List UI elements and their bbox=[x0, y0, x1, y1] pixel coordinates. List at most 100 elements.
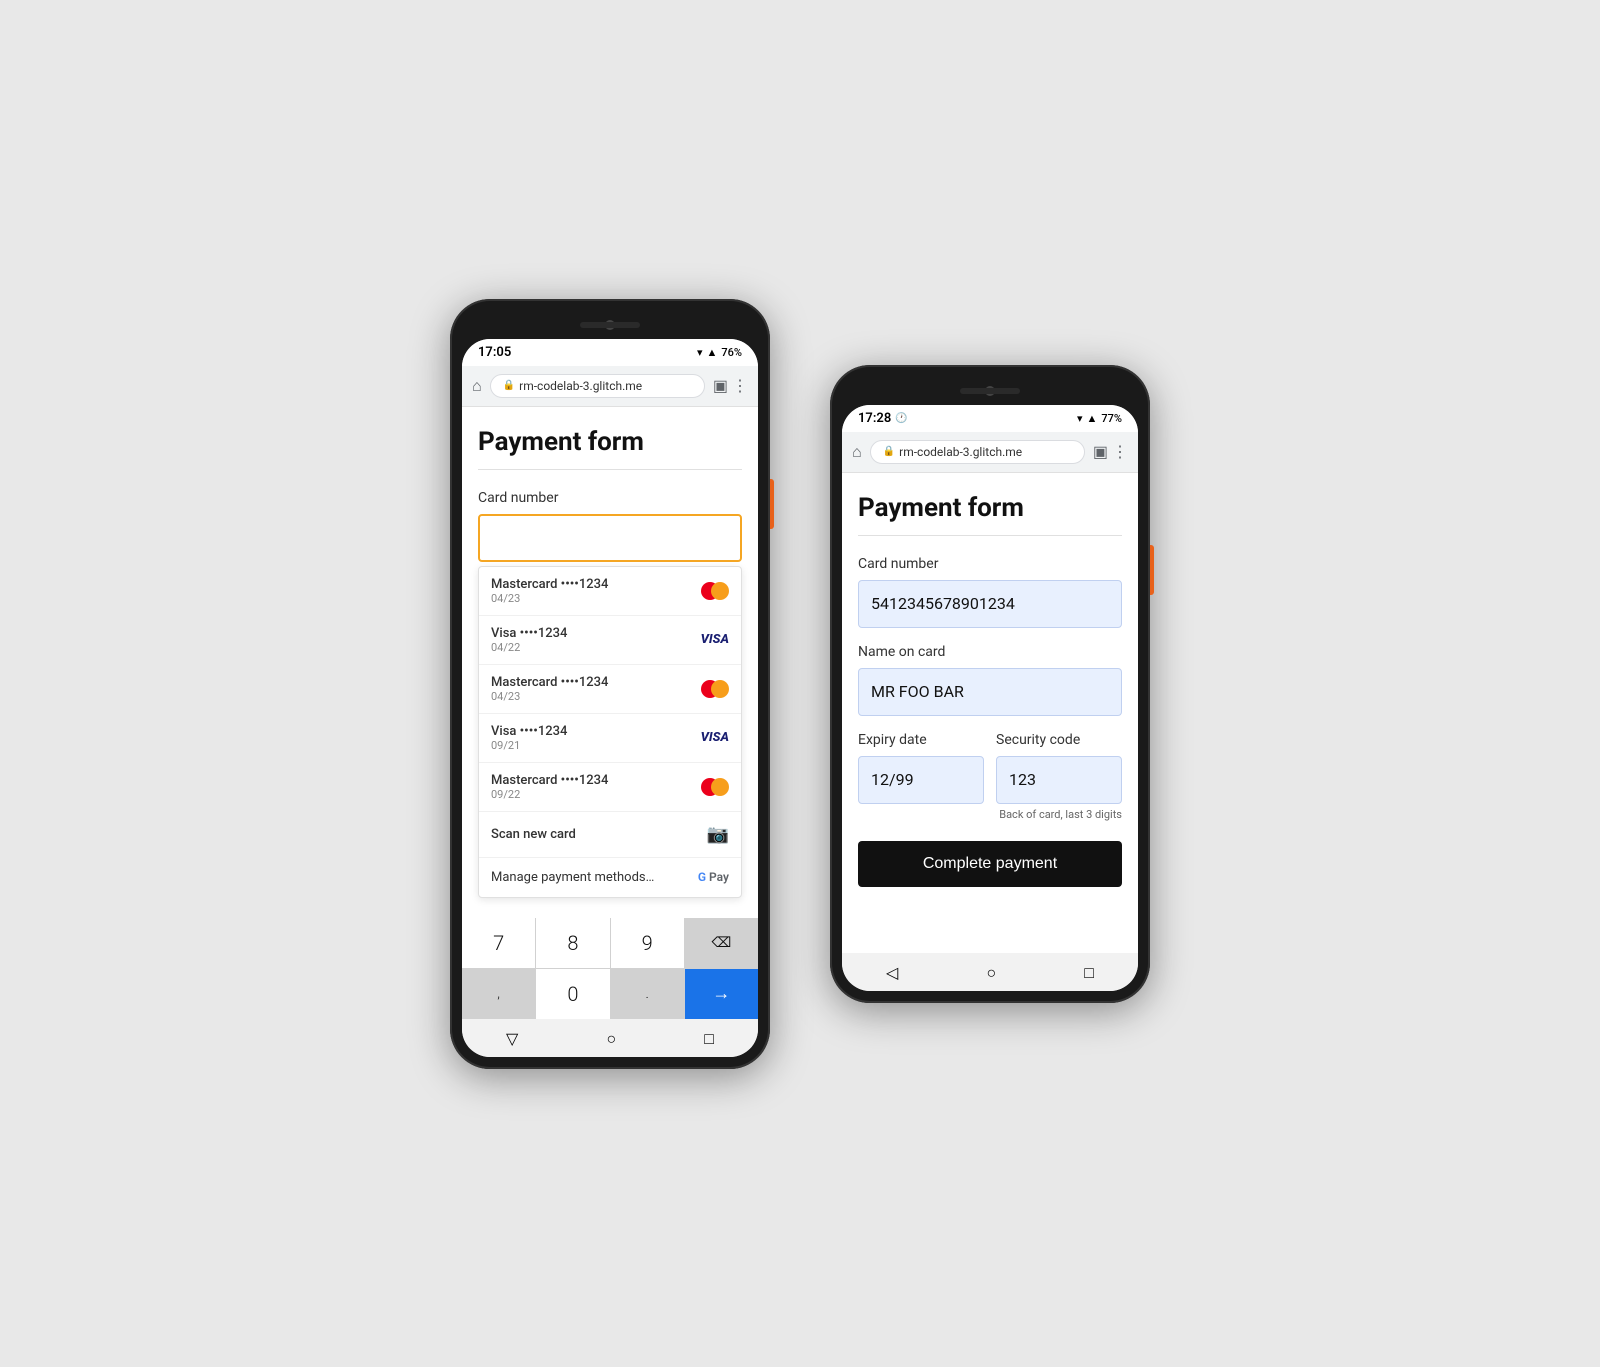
browser-actions-left: ▣ ⋮ bbox=[713, 376, 748, 395]
divider-left bbox=[478, 469, 742, 470]
card-info-2: Visa ••••1234 04/22 bbox=[491, 626, 567, 654]
home-icon-right[interactable]: ⌂ bbox=[852, 442, 862, 462]
page-content-right: Payment form Card number 541234567890123… bbox=[842, 473, 1138, 953]
manage-payment-item[interactable]: Manage payment methods… G Pay bbox=[479, 858, 741, 897]
browser-bar-left: ⌂ 🔒 rm-codelab-3.glitch.me ▣ ⋮ bbox=[462, 366, 758, 407]
nav-recents-left[interactable]: □ bbox=[704, 1029, 714, 1049]
card-number-filled[interactable]: 5412345678901234 bbox=[858, 580, 1122, 628]
signal-icon: ▲ bbox=[707, 346, 718, 359]
card-expiry-4: 09/21 bbox=[491, 739, 567, 752]
tab-icon-left[interactable]: ▣ bbox=[713, 376, 728, 395]
card-expiry-1: 04/23 bbox=[491, 592, 608, 605]
clock-row: 17:28 🕐 bbox=[858, 411, 908, 426]
card-number-label-right: Card number bbox=[858, 556, 1122, 572]
left-phone: 17:05 ▾ ▲ 76% ⌂ 🔒 rm-codelab-3.glitch.me… bbox=[450, 299, 770, 1069]
home-icon-left[interactable]: ⌂ bbox=[472, 376, 482, 396]
list-item[interactable]: Visa ••••1234 09/21 VISA bbox=[479, 714, 741, 763]
status-icons-left: ▾ ▲ 76% bbox=[697, 346, 742, 359]
lock-icon-left: 🔒 bbox=[503, 380, 515, 391]
name-filled[interactable]: MR FOO BAR bbox=[858, 668, 1122, 716]
browser-actions-right: ▣ ⋮ bbox=[1093, 442, 1128, 461]
security-field: Security code 123 bbox=[996, 732, 1122, 804]
expiry-input[interactable]: 12/99 bbox=[858, 756, 984, 804]
lock-icon-right: 🔒 bbox=[883, 446, 895, 457]
expiry-field: Expiry date 12/99 bbox=[858, 732, 984, 804]
notch-area-left bbox=[462, 311, 758, 339]
right-phone: 17:28 🕐 ▾ ▲ 77% ⌂ 🔒 rm-codelab-3.glitch.… bbox=[830, 365, 1150, 1003]
speaker-left bbox=[580, 322, 640, 328]
battery-left: 76% bbox=[721, 346, 742, 359]
key-comma[interactable]: , bbox=[462, 969, 535, 1019]
autofill-dropdown: Mastercard ••••1234 04/23 Visa ••••1234 … bbox=[478, 566, 742, 898]
key-9[interactable]: 9 bbox=[611, 918, 684, 968]
name-value: MR FOO BAR bbox=[871, 682, 964, 701]
visa-logo-2: VISA bbox=[701, 632, 729, 647]
list-item[interactable]: Visa ••••1234 04/22 VISA bbox=[479, 616, 741, 665]
url-box-left[interactable]: 🔒 rm-codelab-3.glitch.me bbox=[490, 374, 705, 398]
list-item[interactable]: Mastercard ••••1234 04/23 bbox=[479, 665, 741, 714]
page-title-left: Payment form bbox=[478, 427, 742, 457]
browser-bar-right: ⌂ 🔒 rm-codelab-3.glitch.me ▣ ⋮ bbox=[842, 432, 1138, 473]
card-name-1: Mastercard ••••1234 bbox=[491, 577, 608, 592]
card-number-input-left[interactable] bbox=[478, 514, 742, 562]
list-item[interactable]: Mastercard ••••1234 04/23 bbox=[479, 567, 741, 616]
key-8[interactable]: 8 bbox=[536, 918, 609, 968]
nav-bar-left: ▽ ○ □ bbox=[462, 1021, 758, 1057]
nav-back-right[interactable]: ◁ bbox=[886, 963, 898, 983]
card-name-4: Visa ••••1234 bbox=[491, 724, 567, 739]
card-expiry-3: 04/23 bbox=[491, 690, 608, 703]
key-0[interactable]: 0 bbox=[536, 969, 609, 1019]
scan-new-card-item[interactable]: Scan new card 📷 bbox=[479, 812, 741, 858]
nav-bar-right: ◁ ○ □ bbox=[842, 955, 1138, 991]
wifi-icon-right: ▾ bbox=[1077, 412, 1083, 425]
list-item[interactable]: Mastercard ••••1234 09/22 bbox=[479, 763, 741, 812]
card-name-3: Mastercard ••••1234 bbox=[491, 675, 608, 690]
page-title-right: Payment form bbox=[858, 493, 1122, 523]
card-info-4: Visa ••••1234 09/21 bbox=[491, 724, 567, 752]
key-period[interactable]: . bbox=[611, 969, 684, 1019]
expiry-label: Expiry date bbox=[858, 732, 984, 748]
scan-label: Scan new card bbox=[491, 827, 576, 842]
key-7[interactable]: 7 bbox=[462, 918, 535, 968]
status-bar-right: 17:28 🕐 ▾ ▲ 77% bbox=[842, 405, 1138, 432]
menu-icon-left[interactable]: ⋮ bbox=[732, 376, 748, 395]
numeric-keyboard: 7 8 9 ⌫ , 0 . → bbox=[462, 918, 758, 1019]
mastercard-logo-3 bbox=[701, 680, 729, 698]
wifi-icon: ▾ bbox=[697, 346, 703, 359]
name-label: Name on card bbox=[858, 644, 1122, 660]
key-next[interactable]: → bbox=[685, 969, 758, 1019]
complete-payment-button[interactable]: Complete payment bbox=[858, 841, 1122, 887]
nav-home-right[interactable]: ○ bbox=[986, 963, 996, 983]
card-number-value: 5412345678901234 bbox=[871, 594, 1015, 613]
nav-back-left[interactable]: ▽ bbox=[506, 1029, 518, 1049]
url-text-right: rm-codelab-3.glitch.me bbox=[899, 445, 1022, 459]
battery-right: 77% bbox=[1101, 412, 1122, 425]
status-bar-left: 17:05 ▾ ▲ 76% bbox=[462, 339, 758, 366]
tab-icon-right[interactable]: ▣ bbox=[1093, 442, 1108, 461]
nav-recents-right[interactable]: □ bbox=[1084, 963, 1094, 983]
url-box-right[interactable]: 🔒 rm-codelab-3.glitch.me bbox=[870, 440, 1085, 464]
expiry-value: 12/99 bbox=[871, 770, 914, 789]
side-button-right bbox=[1150, 545, 1154, 595]
manage-label: Manage payment methods… bbox=[491, 870, 654, 885]
security-label: Security code bbox=[996, 732, 1122, 748]
card-expiry-2: 04/22 bbox=[491, 641, 567, 654]
security-hint: Back of card, last 3 digits bbox=[858, 808, 1122, 821]
nav-home-left[interactable]: ○ bbox=[606, 1029, 616, 1049]
menu-icon-right[interactable]: ⋮ bbox=[1112, 442, 1128, 461]
side-button-left bbox=[770, 479, 774, 529]
left-phone-screen: 17:05 ▾ ▲ 76% ⌂ 🔒 rm-codelab-3.glitch.me… bbox=[462, 339, 758, 1057]
card-info-5: Mastercard ••••1234 09/22 bbox=[491, 773, 608, 801]
card-name-2: Visa ••••1234 bbox=[491, 626, 567, 641]
visa-logo-4: VISA bbox=[701, 730, 729, 745]
right-phone-screen: 17:28 🕐 ▾ ▲ 77% ⌂ 🔒 rm-codelab-3.glitch.… bbox=[842, 405, 1138, 991]
card-expiry-5: 09/22 bbox=[491, 788, 608, 801]
left-phone-wrapper: 17:05 ▾ ▲ 76% ⌂ 🔒 rm-codelab-3.glitch.me… bbox=[450, 299, 770, 1069]
divider-right bbox=[858, 535, 1122, 536]
gpay-logo: G Pay bbox=[698, 870, 729, 884]
mastercard-logo-1 bbox=[701, 582, 729, 600]
security-input[interactable]: 123 bbox=[996, 756, 1122, 804]
key-backspace[interactable]: ⌫ bbox=[685, 918, 758, 968]
mastercard-logo-5 bbox=[701, 778, 729, 796]
notch-area-right bbox=[842, 377, 1138, 405]
